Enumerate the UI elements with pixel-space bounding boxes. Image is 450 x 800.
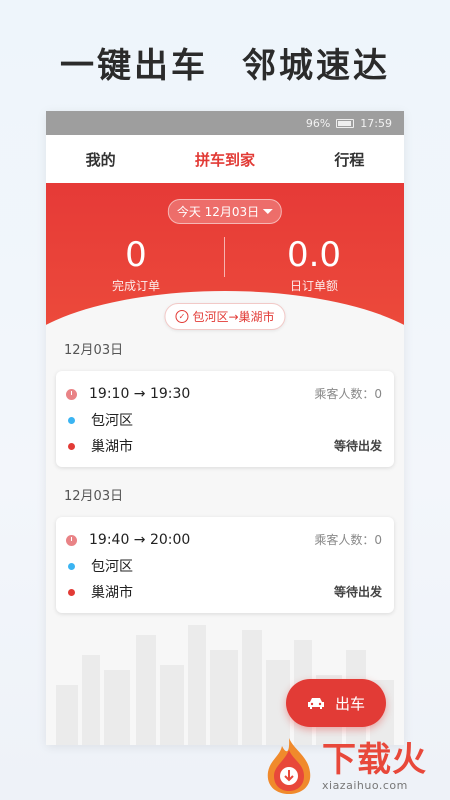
passenger-count: 乘客人数：0 [314, 387, 382, 401]
completed-orders-value: 0 [125, 235, 147, 275]
app-screen: 96% 17:59 我的 拼车到家 行程 今天 12月03日 0 完成订单 0.… [46, 111, 404, 745]
clock-time: 17:59 [360, 116, 392, 130]
headline-part-1: 一键出车 [60, 46, 208, 86]
order-card[interactable]: 19:10 → 19:30 包河区 巢湖市 乘客人数：0 等待出发 [56, 371, 394, 467]
daily-amount-value: 0.0 [286, 235, 342, 275]
destination-dot-icon [68, 442, 75, 450]
passenger-count: 乘客人数：0 [314, 533, 382, 547]
depart-button[interactable]: 出车 [286, 679, 386, 727]
order-date-header: 12月03日 [64, 489, 124, 504]
origin-dot-icon [68, 416, 75, 424]
battery-percent: 96% [305, 116, 331, 130]
route-selector[interactable]: ✓ 包河区→巢湖市 [164, 303, 286, 330]
summary-panel: 今天 12月03日 0 完成订单 0.0 日订单额 ✓ 包河区→巢湖市 [46, 183, 404, 371]
origin-dot-icon [68, 562, 75, 570]
order-date-header: 12月03日 [64, 343, 124, 358]
date-selector[interactable]: 今天 12月03日 [167, 199, 283, 224]
daily-amount-stat: 0.0 日订单额 [254, 235, 374, 294]
stat-divider [224, 237, 225, 277]
daily-amount-label: 日订单额 [289, 279, 338, 293]
route-label: 包河区→巢湖市 [192, 310, 275, 324]
order-time: 19:40 → 20:00 [89, 532, 191, 548]
tab-carpool-home[interactable]: 拼车到家 [195, 149, 255, 170]
clock-icon [66, 388, 77, 400]
chevron-down-icon [263, 209, 274, 214]
order-list: 12月03日 19:10 → 19:30 包河区 巢湖市 乘客人数：0 等待出发… [46, 329, 404, 613]
order-origin: 包河区 [91, 413, 133, 429]
headline-part-2: 邻城速达 [242, 46, 390, 86]
tab-mine[interactable]: 我的 [86, 149, 116, 170]
order-origin: 包河区 [91, 559, 133, 575]
order-time: 19:10 → 19:30 [89, 386, 191, 402]
depart-button-label: 出车 [334, 694, 365, 713]
promo-headline: 一键出车 邻城速达 [0, 38, 450, 87]
watermark-logo: 下载火 xiazaihuo.com [260, 734, 446, 798]
flame-logo-icon [267, 738, 311, 794]
completed-orders-label: 完成订单 [111, 279, 160, 293]
date-selector-label: 今天 12月03日 [176, 205, 260, 219]
order-destination: 巢湖市 [91, 439, 133, 455]
clock-icon [66, 534, 77, 546]
car-icon [307, 698, 324, 709]
check-circle-icon: ✓ [175, 310, 189, 323]
top-tabs: 我的 拼车到家 行程 [46, 135, 404, 183]
tab-trips[interactable]: 行程 [334, 149, 364, 170]
completed-orders-stat: 0 完成订单 [76, 235, 196, 294]
status-bar: 96% 17:59 [46, 111, 404, 135]
order-status: 等待出发 [333, 439, 382, 453]
battery-icon [336, 118, 355, 128]
